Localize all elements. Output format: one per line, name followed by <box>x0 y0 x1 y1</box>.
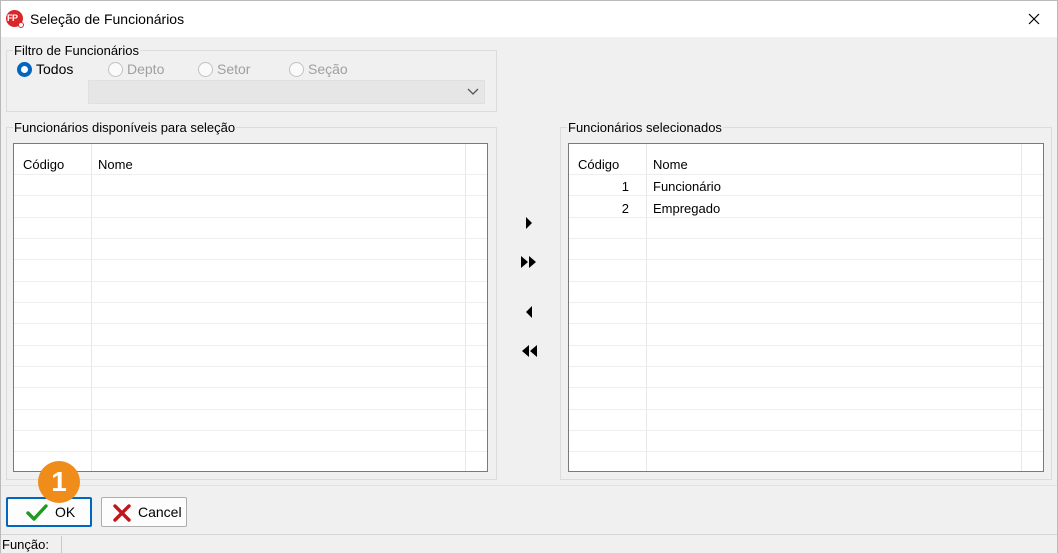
radio-circle <box>289 61 304 77</box>
radio-depto[interactable]: Depto <box>108 61 164 77</box>
radio-circle <box>108 61 123 77</box>
radio-setor-label: Setor <box>217 61 251 77</box>
move-all-right-button[interactable] <box>517 252 541 272</box>
arrow-left-icon <box>526 306 532 318</box>
filter-group-label: Filtro de Funcionários <box>13 43 140 58</box>
chevron-down-icon <box>467 88 479 95</box>
filter-combo[interactable] <box>88 80 485 104</box>
radio-secao-label: Seção <box>308 61 348 77</box>
available-group-label: Funcionários disponíveis para seleção <box>13 120 237 135</box>
arrow-right-icon <box>526 217 532 229</box>
x-mark-icon <box>113 504 131 522</box>
status-separator <box>61 536 62 553</box>
ok-button[interactable]: OK <box>6 497 92 527</box>
table-row-name[interactable]: Funcionário <box>653 179 721 194</box>
column-header-codigo[interactable]: Código <box>578 157 619 172</box>
column-header-nome[interactable]: Nome <box>653 157 688 172</box>
selected-grid[interactable]: Código Nome 1 Funcionário 2 Empregado <box>568 143 1044 472</box>
table-row-name[interactable]: Empregado <box>653 201 720 216</box>
column-header-nome[interactable]: Nome <box>98 157 133 172</box>
ok-button-label: OK <box>55 504 76 520</box>
double-arrow-left-icon <box>522 345 537 357</box>
close-button[interactable] <box>1011 1 1057 37</box>
window-title: Seleção de Funcionários <box>30 11 185 27</box>
selected-group-label: Funcionários selecionados <box>567 120 723 135</box>
move-all-left-button[interactable] <box>517 341 541 361</box>
cancel-button-label: Cancel <box>138 504 182 520</box>
move-one-right-button[interactable] <box>517 213 541 233</box>
radio-depto-label: Depto <box>127 61 165 77</box>
dialog-window: FP Seleção de Funcionários Filtro de Fun… <box>0 0 1058 553</box>
radio-circle <box>198 61 213 77</box>
title-bar: FP Seleção de Funcionários <box>1 1 1057 37</box>
double-arrow-right-icon <box>521 256 536 268</box>
table-row-code[interactable]: 2 <box>569 201 629 216</box>
radio-circle <box>17 61 32 77</box>
close-icon <box>1028 13 1040 25</box>
button-bar: OK Cancel <box>1 485 1057 533</box>
status-bar: Função: <box>1 534 1057 553</box>
move-one-left-button[interactable] <box>517 302 541 322</box>
radio-setor[interactable]: Setor <box>198 61 250 77</box>
cancel-button[interactable]: Cancel <box>101 497 187 527</box>
radio-secao[interactable]: Seção <box>289 61 348 77</box>
radio-todos-label: Todos <box>36 61 74 77</box>
table-row-code[interactable]: 1 <box>569 179 629 194</box>
radio-todos[interactable]: Todos <box>17 61 73 77</box>
app-logo-icon: FP <box>6 10 24 28</box>
column-header-codigo[interactable]: Código <box>23 157 64 172</box>
checkmark-icon <box>26 504 48 521</box>
step-number-badge: 1 <box>38 461 80 503</box>
available-grid[interactable]: Código Nome <box>13 143 488 472</box>
status-function-label: Função: <box>2 537 49 552</box>
